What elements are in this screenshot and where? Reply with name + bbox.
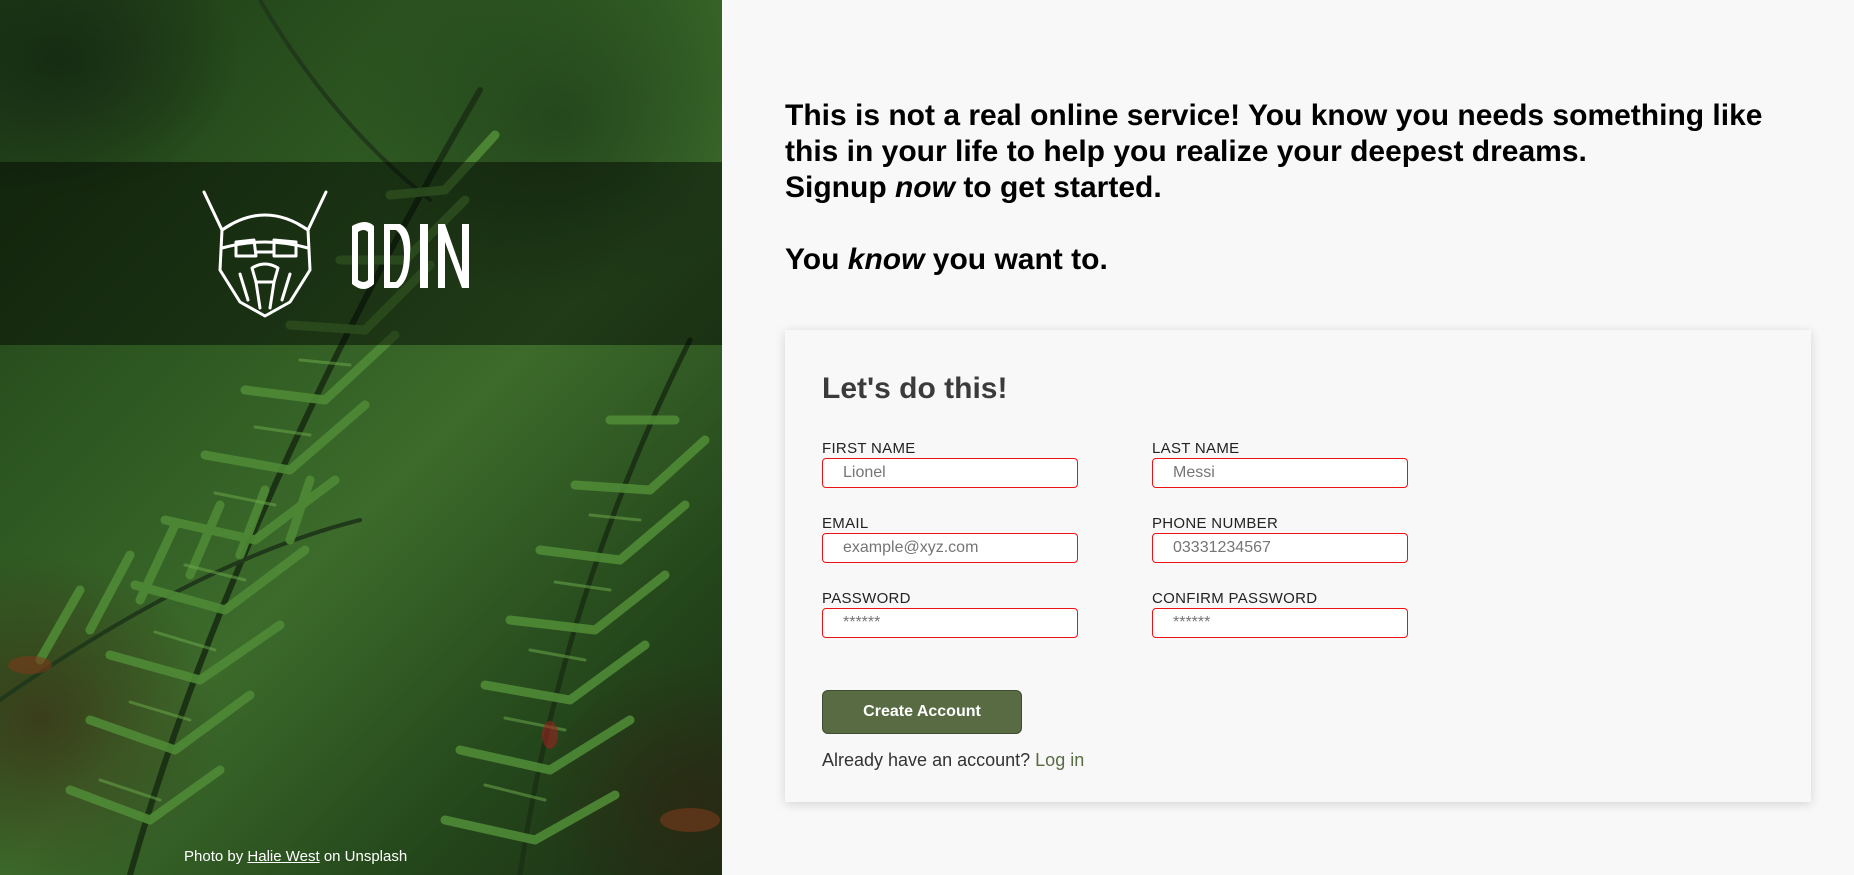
last-name-label: LAST NAME [1152, 440, 1240, 457]
password-input[interactable] [822, 608, 1078, 638]
tagline-emphasis-know: know [847, 243, 925, 276]
intro-line-1: This is not a real online service! You k… [785, 99, 1763, 168]
last-name-field: LAST NAME [1152, 440, 1408, 488]
password-label: PASSWORD [822, 590, 911, 607]
hero-panel: Photo by Halie West on Unsplash [0, 0, 722, 875]
phone-number-input[interactable] [1152, 533, 1408, 563]
intro-tagline: You know you want to. [785, 242, 1815, 278]
phone-number-label: PHONE NUMBER [1152, 515, 1279, 532]
intro-text: This is not a real online service! You k… [785, 98, 1815, 278]
last-name-input[interactable] [1152, 458, 1408, 488]
signup-card: Let's do this! FIRST NAME LAST NAME EMAI… [785, 330, 1811, 802]
form-heading: Let's do this! [822, 372, 1008, 405]
credit-suffix: on Unsplash [323, 848, 408, 865]
phone-number-field: PHONE NUMBER [1152, 515, 1408, 563]
first-name-input[interactable] [822, 458, 1078, 488]
tagline-start: You [785, 243, 848, 276]
fern-background [0, 0, 720, 875]
create-account-button[interactable]: Create Account [822, 690, 1022, 734]
viking-helmet-icon [202, 190, 469, 318]
email-label: EMAIL [822, 515, 869, 532]
intro-line-2-start: Signup [785, 171, 895, 204]
intro-emphasis-now: now [894, 171, 955, 204]
password-field: PASSWORD [822, 590, 1078, 638]
intro-paragraph: This is not a real online service! You k… [785, 98, 1815, 206]
photo-credit: Photo by Halie West on Unsplash [184, 848, 407, 865]
login-prompt: Already have an account? Log in [822, 750, 1084, 771]
first-name-field: FIRST NAME [822, 440, 1078, 488]
brand-logo [200, 190, 480, 325]
intro-line-2-end: to get started. [954, 171, 1162, 204]
credit-prefix: Photo by [184, 848, 244, 865]
login-link[interactable]: Log in [1035, 750, 1084, 770]
email-field: EMAIL [822, 515, 1078, 563]
tagline-end: you want to. [924, 243, 1108, 276]
login-prompt-text: Already have an account? [822, 750, 1031, 770]
confirm-password-field: CONFIRM PASSWORD [1152, 590, 1408, 638]
email-input[interactable] [822, 533, 1078, 563]
first-name-label: FIRST NAME [822, 440, 916, 457]
confirm-password-label: CONFIRM PASSWORD [1152, 590, 1318, 607]
credit-author-link[interactable]: Halie West [247, 848, 319, 865]
confirm-password-input[interactable] [1152, 608, 1408, 638]
